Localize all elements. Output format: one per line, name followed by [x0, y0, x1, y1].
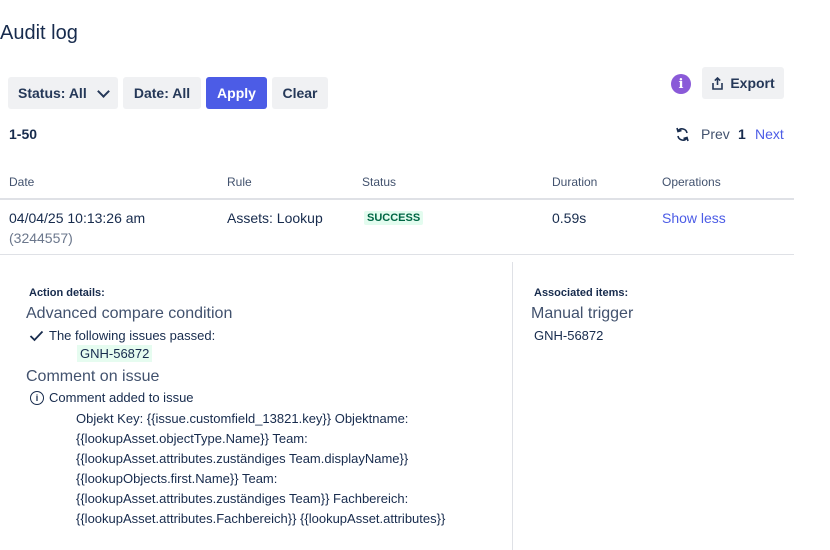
column-header-rule: Rule — [227, 175, 252, 189]
condition-issue: GNH-56872 — [77, 345, 153, 362]
column-header-date: Date — [9, 175, 35, 189]
comment-body: Objekt Key: {{issue.customfield_13821.ke… — [76, 411, 446, 526]
trigger-title: Manual trigger — [531, 305, 634, 322]
page-title: Audit log — [0, 22, 78, 44]
checkmark-icon — [29, 330, 44, 342]
comment-result: Comment added to issue — [49, 390, 194, 405]
status-filter-label: Status: All — [18, 85, 87, 101]
share-icon — [712, 76, 724, 90]
info-circle-icon: i — [30, 391, 44, 405]
row-divider — [0, 254, 794, 255]
current-page: 1 — [738, 126, 746, 142]
status-filter-button[interactable]: Status: All — [8, 77, 118, 109]
next-page-button[interactable]: Next — [755, 126, 784, 142]
show-less-link[interactable]: Show less — [662, 210, 726, 226]
prev-page-button[interactable]: Prev — [701, 126, 730, 142]
column-header-status: Status — [362, 175, 397, 189]
clear-button[interactable]: Clear — [272, 77, 328, 109]
apply-button[interactable]: Apply — [206, 77, 267, 109]
row-duration: 0.59s — [552, 210, 587, 226]
action-details-heading: Action details: — [29, 287, 105, 299]
associated-issue-link[interactable]: GNH-56872 — [534, 328, 603, 343]
status-badge: SUCCESS — [364, 211, 424, 225]
condition-result: The following issues passed: — [49, 328, 216, 343]
header-divider — [0, 198, 794, 200]
row-id: (3244557) — [9, 230, 73, 246]
details-divider — [512, 262, 513, 550]
row-rule: Assets: Lookup — [227, 210, 323, 226]
info-icon[interactable]: i — [671, 74, 691, 94]
date-filter-button[interactable]: Date: All — [123, 77, 201, 109]
column-header-duration: Duration — [552, 175, 598, 189]
comment-title: Comment on issue — [26, 368, 160, 385]
result-range: 1-50 — [9, 126, 38, 142]
refresh-icon[interactable] — [675, 127, 690, 142]
condition-title: Advanced compare condition — [26, 305, 233, 322]
export-button[interactable]: Export — [702, 67, 784, 99]
column-header-operations: Operations — [662, 175, 721, 189]
chevron-down-icon — [97, 84, 110, 98]
export-label: Export — [730, 75, 775, 91]
row-date: 04/04/25 10:13:26 am — [9, 210, 146, 226]
associated-items-heading: Associated items: — [534, 287, 629, 299]
